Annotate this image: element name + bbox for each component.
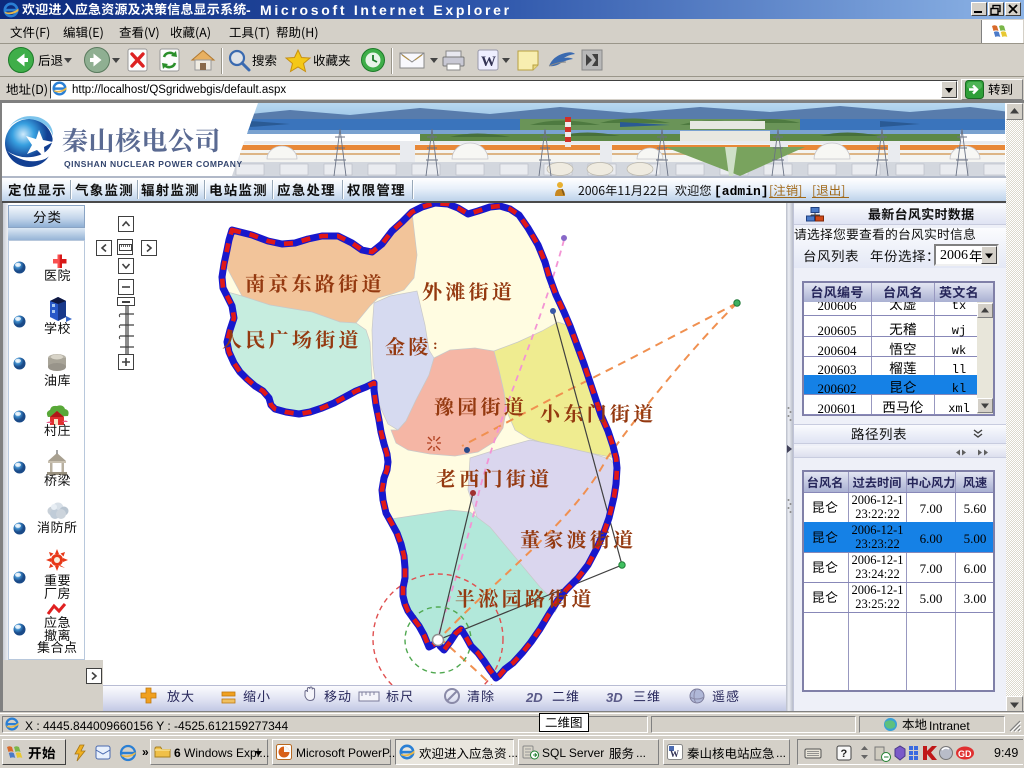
svg-text:GD: GD — [958, 749, 972, 759]
svg-text:?: ? — [841, 748, 848, 760]
svg-text:W: W — [670, 749, 679, 759]
